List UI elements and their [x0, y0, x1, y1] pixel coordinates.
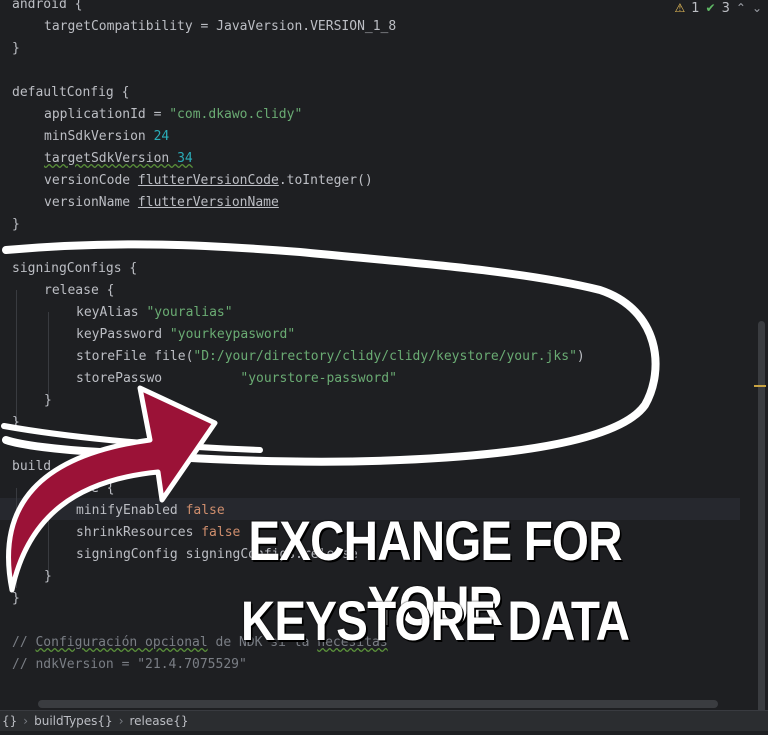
code-token: // ndkVersion = "21.4.7075529"	[12, 657, 247, 672]
code-line[interactable]: keyPassword "yourkeypasword"	[76, 324, 295, 346]
code-line[interactable]: keyAlias "youralias"	[76, 302, 233, 324]
code-line[interactable]: ase {	[44, 478, 114, 500]
code-token: Configuración opcional	[35, 635, 208, 650]
breadcrumb: {} › buildTypes{} › release{}	[0, 710, 768, 731]
chevron-down-icon[interactable]: ⌄	[752, 1, 762, 15]
code-token: de NDK si la	[207, 635, 318, 650]
code-token: defaultConfig {	[12, 85, 130, 100]
code-token: signingConfig signingConfigs.release	[76, 547, 358, 562]
code-line[interactable]: }	[12, 412, 20, 434]
inspection-widget[interactable]: ⚠ 1 ✔ 3 ⌃ ⌄	[668, 0, 768, 16]
code-line[interactable]: }	[44, 566, 52, 588]
horizontal-scrollbar[interactable]	[38, 700, 718, 708]
code-token: }	[12, 415, 20, 430]
ok-count: 3	[721, 0, 730, 16]
code-token: 24	[153, 129, 170, 144]
code-token: storeFile file(	[76, 349, 194, 364]
code-line[interactable]: signingConfigs {	[12, 258, 137, 280]
code-token: }	[12, 217, 20, 232]
warning-count: 1	[691, 0, 700, 16]
code-token: }	[44, 569, 52, 584]
code-token: android {	[12, 0, 83, 12]
code-token: build	[12, 459, 52, 474]
code-line[interactable]: minifyEnabled false	[76, 500, 225, 522]
code-token: }	[12, 591, 20, 606]
code-token: keyPassword	[76, 327, 170, 342]
scrollbar-thumb[interactable]	[758, 321, 765, 716]
vertical-scrollbar[interactable]	[754, 16, 768, 716]
code-line[interactable]: defaultConfig {	[12, 82, 129, 104]
warning-icon: ⚠	[674, 1, 686, 15]
chevron-right-icon: ›	[23, 714, 29, 728]
code-token: flutterVersionCode	[137, 173, 279, 188]
code-line[interactable]: }	[12, 588, 20, 610]
code-token: "youralias"	[146, 305, 233, 320]
code-token: }	[12, 41, 20, 56]
check-icon: ✔	[705, 1, 716, 15]
code-token: signingConfigs {	[12, 261, 138, 276]
code-line[interactable]: minSdkVersion 24	[44, 126, 169, 148]
code-token: "com.dkawo.clidy"	[169, 107, 303, 122]
code-token: "yourkeypasword"	[169, 327, 296, 342]
code-token: storePasswo	[76, 371, 163, 386]
code-line[interactable]: android {	[12, 0, 82, 16]
code-token: .toInteger()	[278, 173, 373, 188]
code-token: //	[12, 635, 36, 650]
indent-guide	[48, 312, 49, 400]
code-line[interactable]: }	[12, 38, 20, 60]
code-line[interactable]: applicationId = "com.dkawo.clidy"	[44, 104, 302, 126]
code-token: keyAlias	[76, 305, 147, 320]
code-line[interactable]: versionCode flutterVersionCode.toInteger…	[44, 170, 373, 192]
code-token: flutterVersionName	[137, 195, 279, 210]
code-line[interactable]: targetCompatibility = JavaVersion.VERSIO…	[44, 16, 396, 38]
code-line[interactable]: }	[12, 214, 20, 236]
chevron-right-icon: ›	[118, 714, 124, 728]
code-token: 34	[177, 151, 193, 166]
code-line[interactable]: storePasswo "yourstore-password"	[76, 368, 397, 390]
code-token: release {	[44, 283, 115, 298]
code-token: }	[44, 393, 52, 408]
breadcrumb-root[interactable]: {}	[2, 714, 17, 728]
chevron-up-icon[interactable]: ⌃	[736, 1, 746, 15]
code-token: minSdkVersion	[44, 129, 154, 144]
code-editor[interactable]: android { targetCompatibility = JavaVersi…	[0, 0, 768, 710]
scrollbar-warning-marker[interactable]	[754, 385, 766, 387]
code-line[interactable]: }	[44, 390, 52, 412]
code-line[interactable]: release {	[44, 280, 114, 302]
code-token: versionCode	[44, 173, 138, 188]
code-line[interactable]: versionName flutterVersionName	[44, 192, 279, 214]
code-token: targetCompatibility = JavaVersion.VERSIO…	[44, 19, 397, 34]
code-line[interactable]: // Configuración opcional de NDK si la n…	[12, 632, 388, 654]
code-line[interactable]: shrinkResources false	[76, 522, 240, 544]
indent-guide	[16, 290, 17, 420]
breadcrumb-buildtypes[interactable]: buildTypes{}	[34, 714, 113, 728]
indent-guide	[16, 488, 17, 588]
code-token: applicationId =	[44, 107, 170, 122]
code-token: false	[201, 525, 241, 540]
code-token: )	[576, 349, 585, 364]
code-token: false	[185, 503, 225, 518]
code-line[interactable]: build	[12, 456, 51, 478]
code-token: necesitas	[317, 635, 388, 650]
code-token: "yourstore-password"	[240, 371, 397, 386]
breadcrumb-release[interactable]: release{}	[130, 714, 189, 728]
code-line[interactable]: targetSdkVersion 34	[44, 148, 193, 170]
code-line[interactable]: // ndkVersion = "21.4.7075529"	[12, 654, 247, 676]
code-token: "D:/your/directory/clidy/clidy/keystore/…	[193, 349, 577, 364]
code-token: minifyEnabled	[76, 503, 186, 518]
code-line[interactable]: signingConfig signingConfigs.release	[76, 544, 358, 566]
code-line[interactable]: storeFile file("D:/your/directory/clidy/…	[76, 346, 585, 368]
code-token: targetSdkVersion	[44, 151, 178, 166]
code-token: shrinkResources	[76, 525, 202, 540]
code-token: versionName	[44, 195, 138, 210]
code-token: ase {	[44, 481, 115, 496]
